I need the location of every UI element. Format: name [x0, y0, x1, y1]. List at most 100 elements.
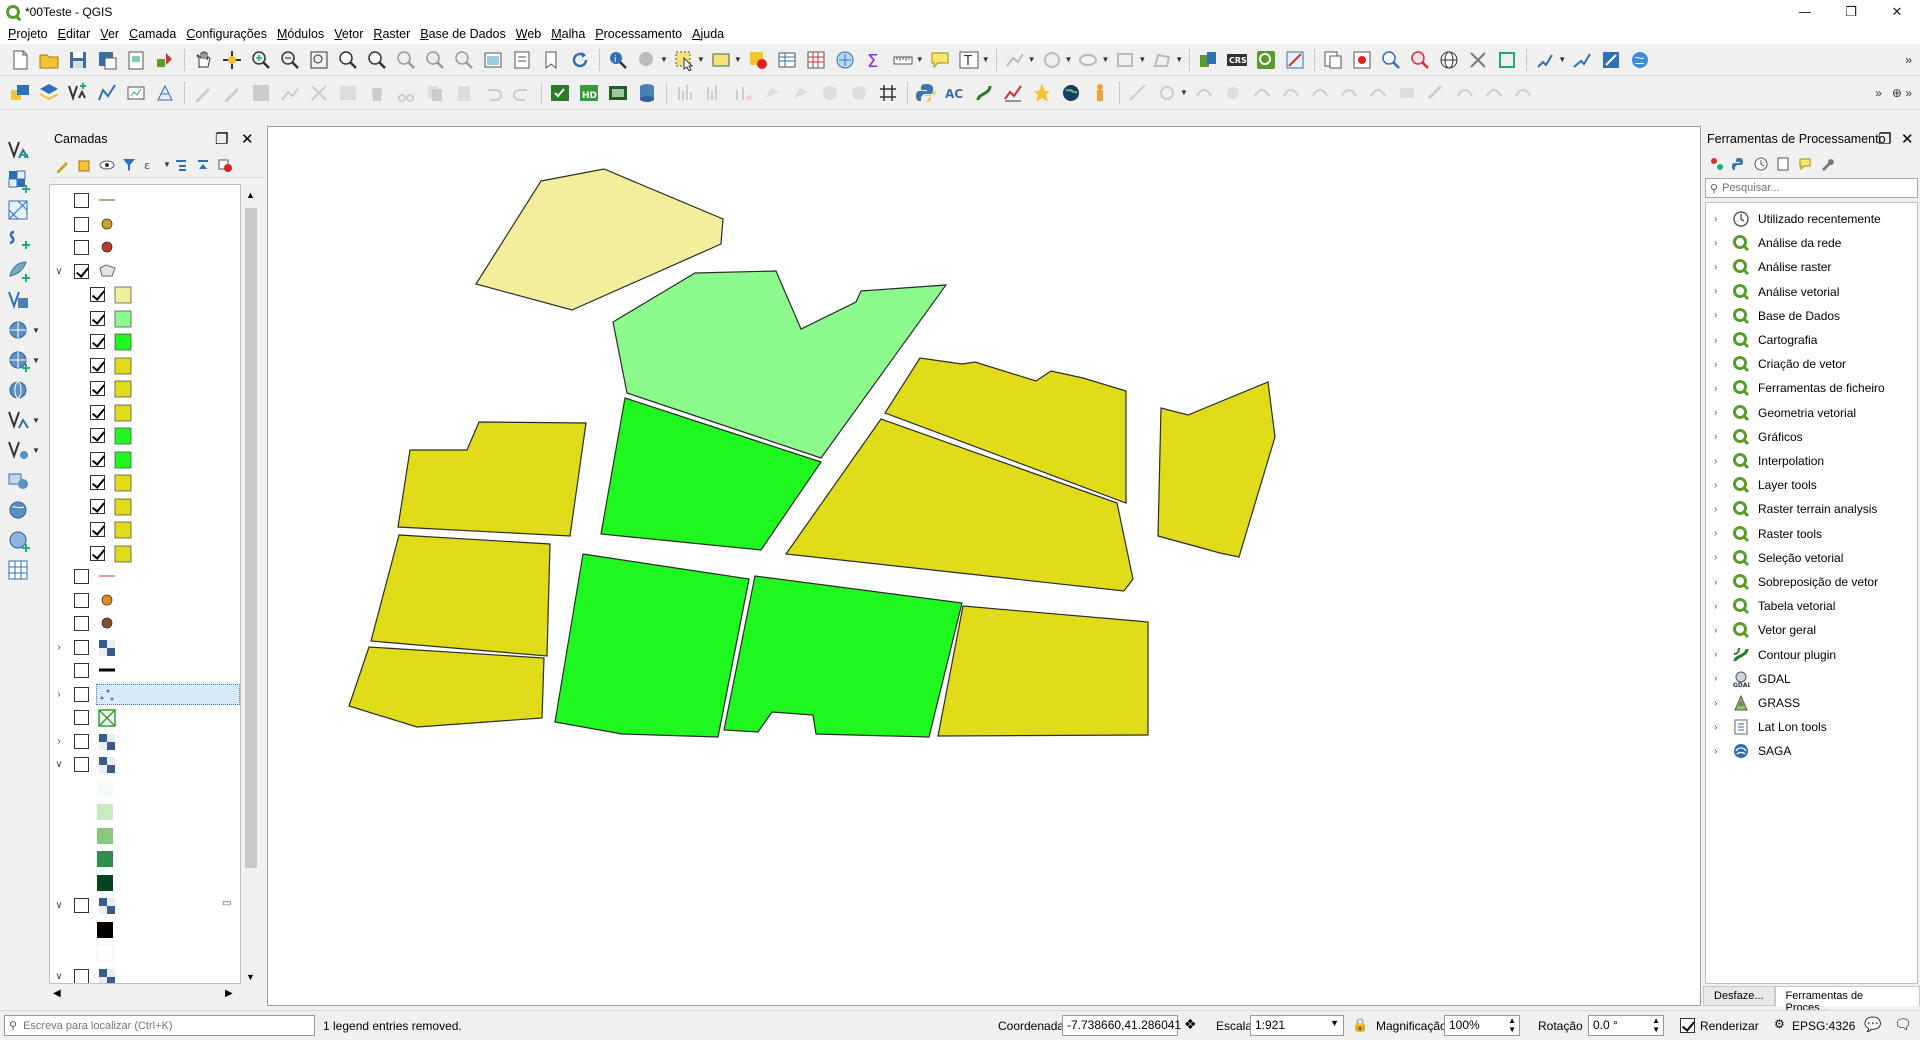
- pan-to-selection-icon[interactable]: [221, 49, 243, 71]
- multi-zoom-icon[interactable]: [1467, 49, 1489, 71]
- chevron-right-icon[interactable]: ›: [1714, 310, 1717, 321]
- chevron-right-icon[interactable]: ›: [1714, 456, 1717, 467]
- processing-group-layer-tools[interactable]: › Layer tools: [1706, 473, 1919, 497]
- toggle-extents-icon[interactable]: ❖: [1184, 1016, 1197, 1033]
- actions-icon[interactable]: [636, 49, 658, 71]
- print-layout-icon[interactable]: [125, 49, 147, 71]
- layer-item-f01[interactable]: [50, 283, 240, 306]
- add-mesh-layer-icon[interactable]: [6, 198, 32, 224]
- layer-visibility-checkbox[interactable]: [74, 898, 89, 913]
- layer-visibility-checkbox[interactable]: [90, 545, 105, 561]
- layer-visibility-checkbox[interactable]: [90, 334, 105, 349]
- layer-item-f09[interactable]: [50, 471, 240, 494]
- layer-visibility-checkbox[interactable]: [90, 522, 105, 537]
- menu-modulos[interactable]: Módulos: [277, 27, 324, 41]
- add-vector-layer-icon[interactable]: [6, 138, 32, 164]
- add-group-icon[interactable]: [77, 157, 93, 173]
- digitize-polygon-icon[interactable]: [1151, 49, 1173, 71]
- save-project-icon[interactable]: [67, 49, 89, 71]
- layer-visibility-checkbox[interactable]: [90, 498, 105, 514]
- globe-icon[interactable]: [1629, 49, 1651, 71]
- processing-group-contour-plugin[interactable]: › Contour plugin: [1706, 643, 1919, 667]
- crs-globe-icon[interactable]: ⚙: [1774, 1017, 1785, 1031]
- zoom-in-icon[interactable]: [250, 49, 272, 71]
- layer-item-pol-gonos[interactable]: ∨: [50, 260, 240, 283]
- copy-coordinates-icon[interactable]: [1322, 49, 1344, 71]
- new-shapefile-icon[interactable]: [67, 82, 89, 104]
- add-layer-icon[interactable]: [38, 82, 60, 104]
- chevron-down-icon[interactable]: ∨: [54, 900, 64, 911]
- zoom-out-icon[interactable]: [279, 49, 301, 71]
- polygon-f08[interactable]: [723, 575, 963, 738]
- polygon-f12[interactable]: [1157, 381, 1276, 558]
- layer-visibility-checkbox[interactable]: [74, 686, 89, 702]
- layer-item-inf[interactable]: [50, 871, 240, 894]
- locator-bar[interactable]: ⚲: [4, 1015, 315, 1036]
- label-rotate-icon[interactable]: [1425, 82, 1447, 104]
- layer-item-recortado-m[interactable]: ∨ ▭: [50, 894, 240, 917]
- cut-features-icon[interactable]: [395, 82, 417, 104]
- add-wms-layer-icon[interactable]: ▼: [6, 318, 40, 344]
- chevron-right-icon[interactable]: ›: [1714, 480, 1717, 491]
- globe-grid-icon[interactable]: [1438, 49, 1460, 71]
- layer-item-0-00777[interactable]: [50, 800, 240, 823]
- map-tips-icon[interactable]: [929, 49, 951, 71]
- chevron-down-icon[interactable]: ∨: [54, 971, 64, 982]
- copy-features-icon[interactable]: [424, 82, 446, 104]
- identify-features-icon[interactable]: i: [607, 49, 629, 71]
- chevron-right-icon[interactable]: ›: [1714, 431, 1717, 442]
- processing-group-raster-terrain-analysis[interactable]: › Raster terrain analysis: [1706, 497, 1919, 521]
- add-wfs-layer-icon[interactable]: [6, 378, 32, 404]
- profile-tool-icon[interactable]: [1002, 82, 1024, 104]
- lock-scale-icon[interactable]: 🔒: [1352, 1017, 1368, 1033]
- pan-map-icon[interactable]: [192, 49, 214, 71]
- layer-visibility-checkbox[interactable]: [90, 381, 105, 396]
- menu-processamento[interactable]: Processamento: [595, 27, 682, 41]
- add-part-icon[interactable]: [790, 82, 812, 104]
- zoom-last-icon[interactable]: [424, 49, 446, 71]
- results-icon[interactable]: [1775, 156, 1791, 172]
- statistics-summary-icon[interactable]: [834, 49, 856, 71]
- chevron-right-icon[interactable]: ›: [54, 642, 64, 653]
- add-delimited-text-icon[interactable]: [6, 228, 32, 254]
- contour-tool-icon[interactable]: [973, 82, 995, 104]
- processing-group-vetor-geral[interactable]: › Vetor geral: [1706, 618, 1919, 642]
- models-icon[interactable]: [1709, 156, 1725, 172]
- layer-visibility-checkbox[interactable]: [74, 592, 89, 608]
- diagram-icon[interactable]: [1483, 82, 1505, 104]
- filter-expression-icon[interactable]: ε: [143, 157, 159, 173]
- chevron-right-icon[interactable]: ›: [1714, 673, 1717, 684]
- modify-attributes-icon[interactable]: [337, 82, 359, 104]
- processing-search[interactable]: ⚲: [1705, 178, 1918, 198]
- layer-visibility-checkbox[interactable]: [90, 404, 105, 420]
- float-panel-icon[interactable]: ❐: [215, 130, 228, 148]
- layer-visibility-checkbox[interactable]: [74, 569, 89, 584]
- messages-log-icon[interactable]: 🗨: [1894, 1016, 1912, 1033]
- add-postgis-icon[interactable]: [6, 288, 32, 314]
- layer-item-teste[interactable]: [50, 236, 240, 259]
- menu-vetor[interactable]: Vetor: [334, 27, 363, 41]
- sum-icon[interactable]: Σ: [863, 49, 885, 71]
- processing-group-selecao-vetorial[interactable]: › Seleção vetorial: [1706, 546, 1919, 570]
- style-manager-icon[interactable]: [154, 49, 176, 71]
- digitize-line-icon[interactable]: [1004, 49, 1026, 71]
- edit-shape-icon[interactable]: [1600, 49, 1622, 71]
- add-wcs-layer-icon[interactable]: ▼: [6, 348, 40, 374]
- processing-group-analise-vetorial[interactable]: › Análise vetorial: [1706, 280, 1919, 304]
- crs-label[interactable]: EPSG:4326: [1792, 1019, 1855, 1033]
- add-geonode-icon[interactable]: [6, 528, 32, 554]
- layer-item-f06[interactable]: [50, 401, 240, 424]
- label-pin-icon[interactable]: [1338, 82, 1360, 104]
- map-svg[interactable]: [268, 127, 1700, 1005]
- layer-item-f02[interactable]: [50, 307, 240, 330]
- new-map-view-icon[interactable]: [482, 49, 504, 71]
- close-processing-icon[interactable]: ✕: [1901, 130, 1914, 148]
- chevron-right-icon[interactable]: ›: [1714, 238, 1717, 249]
- measure-icon[interactable]: [892, 49, 914, 71]
- shape-digitize-icon[interactable]: [1127, 82, 1149, 104]
- delete-ring-icon[interactable]: [848, 82, 870, 104]
- expand-all-icon[interactable]: [173, 157, 189, 173]
- polygon-f09[interactable]: [937, 605, 1149, 737]
- chevron-right-icon[interactable]: ›: [1714, 722, 1717, 733]
- toolbar2-overflow-icon[interactable]: » ⊕ »: [1875, 86, 1912, 100]
